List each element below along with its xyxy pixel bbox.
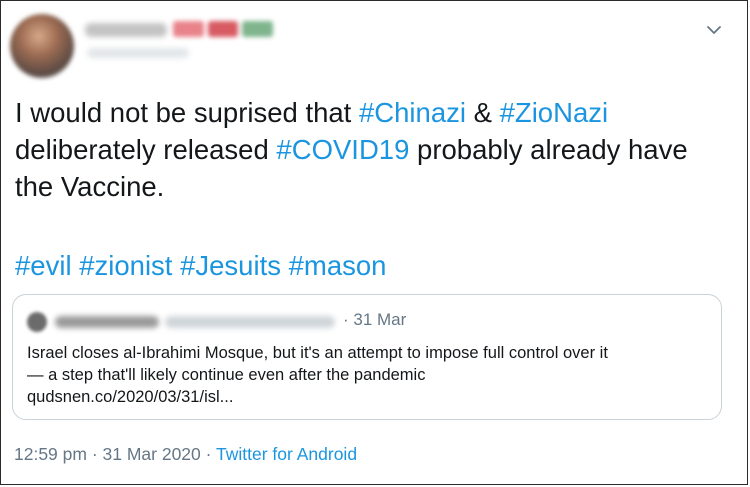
tweet-timestamp[interactable]: 12:59 pm · 31 Mar 2020 · [14,444,216,464]
tweet-text-line: I would not be suprised that #Chinazi & … [15,94,735,131]
tweet-text-segment: & [465,97,500,128]
tweet-card: I would not be suprised that #Chinazi & … [0,0,748,485]
hashtag-link[interactable]: #ZioNazi [500,97,609,128]
quoted-text-line: Israel closes al-Ibrahimi Mosque, but it… [27,344,608,362]
author-avatar[interactable] [10,14,74,78]
hashtag-link[interactable]: #zionist [79,250,172,281]
quoted-author-avatar [27,312,47,332]
tweet-source-link[interactable]: Twitter for Android [216,444,357,464]
tweet-text-line: deliberately released #COVID19 probably … [15,131,735,168]
tweet-text-segment: the Vaccine. [15,171,165,202]
tweet-hashtags: #evil #zionist #Jesuits #mason [15,247,386,284]
tweet-text-segment: I would not be suprised that [15,97,359,128]
tweet-meta: 12:59 pm · 31 Mar 2020 · Twitter for And… [14,444,357,465]
quoted-tweet[interactable]: · 31 Mar Israel closes al-Ibrahimi Mosqu… [12,294,722,420]
quoted-author-handle-blurred [165,316,335,328]
quoted-author-name-blurred [55,316,159,328]
chevron-down-icon[interactable] [705,21,723,39]
quoted-tweet-text: Israel closes al-Ibrahimi Mosque, but it… [27,342,707,408]
hashtag-link[interactable]: #COVID19 [276,134,409,165]
hashtag-link[interactable]: #Jesuits [180,250,281,281]
tweet-text-segment: deliberately released [15,134,277,165]
quoted-text-line: — a step that'll likely continue even af… [27,366,426,384]
quoted-link[interactable]: qudsnen.co/2020/03/31/isl... [27,386,707,408]
hashtag-link[interactable]: #mason [289,250,387,281]
hashtag-link[interactable]: #evil [15,250,72,281]
author-display-name-blurred[interactable] [85,23,167,37]
quoted-tweet-date: · 31 Mar [343,310,407,329]
tweet-text-segment: probably already have [409,134,688,165]
tweet-text: I would not be suprised that #Chinazi & … [15,94,735,205]
tweet-text-line: the Vaccine. [15,168,735,205]
author-name-emoji-blurred [173,21,274,37]
hashtag-link[interactable]: #Chinazi [359,97,466,128]
author-handle-blurred[interactable] [87,48,189,58]
